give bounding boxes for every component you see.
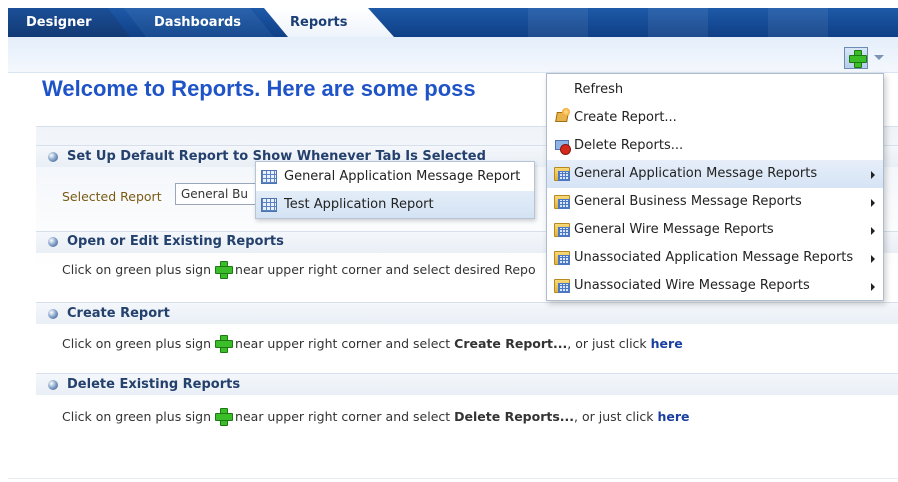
section-text-create: Click on green plus sign near upper right…: [62, 335, 683, 353]
tab-bar: Designer Dashboards Reports: [8, 8, 898, 37]
menu-item-general-wire-message-reports[interactable]: General Wire Message Reports: [547, 216, 883, 244]
section-text-delete: Click on green plus sign near upper right…: [62, 408, 689, 426]
report-folder-icon: [554, 279, 570, 293]
menu-item-label: General Wire Message Reports: [574, 222, 774, 237]
add-menu-button[interactable]: [844, 47, 868, 69]
menu-item-label: General Application Message Reports: [574, 166, 818, 181]
chevron-right-icon: [871, 255, 875, 263]
menu-item-label: Delete Reports...: [574, 138, 684, 153]
footer-divider: [8, 478, 898, 479]
menu-item-general-business-message-reports[interactable]: General Business Message Reports: [547, 188, 883, 216]
text-segment: , or just click: [567, 336, 647, 351]
report-table-icon: [261, 198, 277, 212]
menu-item-unassociated-application-message-reports[interactable]: Unassociated Application Message Reports: [547, 244, 883, 272]
chevron-right-icon: [871, 283, 875, 291]
selected-report-select[interactable]: General Bu: [175, 183, 260, 205]
selected-report-label: Selected Report: [62, 189, 162, 204]
tab-reports[interactable]: Reports: [264, 8, 394, 37]
menu-item-refresh[interactable]: Refresh: [547, 76, 883, 104]
menu-item-general-application-message-reports[interactable]: General Application Message Reports: [547, 160, 883, 188]
text-segment: Click on green plus sign: [62, 336, 212, 351]
green-plus-icon: [215, 335, 234, 353]
submenu-item-label: General Application Message Report: [284, 169, 521, 184]
text-segment: , or just click: [574, 409, 654, 424]
reports-menu: Refresh Create Report... Delete Reports.…: [546, 73, 884, 301]
text-segment: near upper right corner and select: [235, 409, 451, 424]
delete-reports-icon: [554, 138, 571, 155]
chevron-right-icon: [871, 227, 875, 235]
submenu-item-general-application-message-report[interactable]: General Application Message Report: [256, 163, 534, 190]
tab-bar-decoration: [768, 8, 828, 37]
section-title-delete: Delete Existing Reports: [67, 377, 241, 392]
menu-item-unassociated-wire-message-reports[interactable]: Unassociated Wire Message Reports: [547, 272, 883, 300]
text-segment: near upper right corner and select desir…: [235, 262, 536, 277]
section-title-open: Open or Edit Existing Reports: [67, 234, 284, 249]
text-segment: Click on green plus sign: [62, 262, 212, 277]
tab-dashboards[interactable]: Dashboards: [124, 8, 274, 37]
text-segment: near upper right corner and select: [235, 336, 451, 351]
page-title: Welcome to Reports. Here are some poss: [42, 76, 476, 101]
chevron-right-icon: [871, 171, 875, 179]
bullet-icon: [48, 380, 58, 390]
menu-item-label: Unassociated Wire Message Reports: [574, 278, 810, 293]
submenu-item-test-application-report[interactable]: Test Application Report: [256, 191, 534, 218]
submenu-item-label: Test Application Report: [284, 197, 434, 212]
report-folder-icon: [554, 167, 570, 181]
bullet-icon: [48, 309, 58, 319]
green-plus-icon: [215, 408, 234, 426]
chevron-down-icon[interactable]: [874, 55, 884, 60]
menu-item-create-report[interactable]: Create Report...: [547, 104, 883, 132]
green-plus-icon: [215, 261, 234, 279]
report-table-icon: [261, 170, 277, 184]
header-band: [8, 37, 898, 73]
tab-designer[interactable]: Designer: [8, 8, 130, 37]
tab-bar-decoration: [528, 8, 588, 37]
create-report-term: Create Report...: [454, 336, 568, 351]
section-text-open: Click on green plus sign near upper right…: [62, 261, 536, 279]
delete-here-link[interactable]: here: [657, 409, 689, 424]
chevron-right-icon: [871, 199, 875, 207]
create-here-link[interactable]: here: [651, 336, 683, 351]
create-report-icon: [554, 108, 570, 124]
report-folder-icon: [554, 195, 570, 209]
menu-item-label: Refresh: [574, 82, 624, 97]
menu-item-delete-reports[interactable]: Delete Reports...: [547, 132, 883, 160]
report-folder-icon: [554, 251, 570, 265]
green-plus-icon: [849, 50, 867, 68]
menu-item-label: Create Report...: [574, 110, 677, 125]
menu-item-label: General Business Message Reports: [574, 194, 802, 209]
report-submenu: General Application Message Report Test …: [255, 161, 535, 219]
menu-item-label: Unassociated Application Message Reports: [574, 250, 854, 265]
delete-reports-term: Delete Reports...: [454, 409, 575, 424]
tab-bar-decoration: [648, 8, 708, 37]
report-folder-icon: [554, 223, 570, 237]
bullet-icon: [48, 237, 58, 247]
bullet-icon: [48, 152, 58, 162]
text-segment: Click on green plus sign: [62, 409, 212, 424]
section-title-create: Create Report: [67, 306, 170, 321]
